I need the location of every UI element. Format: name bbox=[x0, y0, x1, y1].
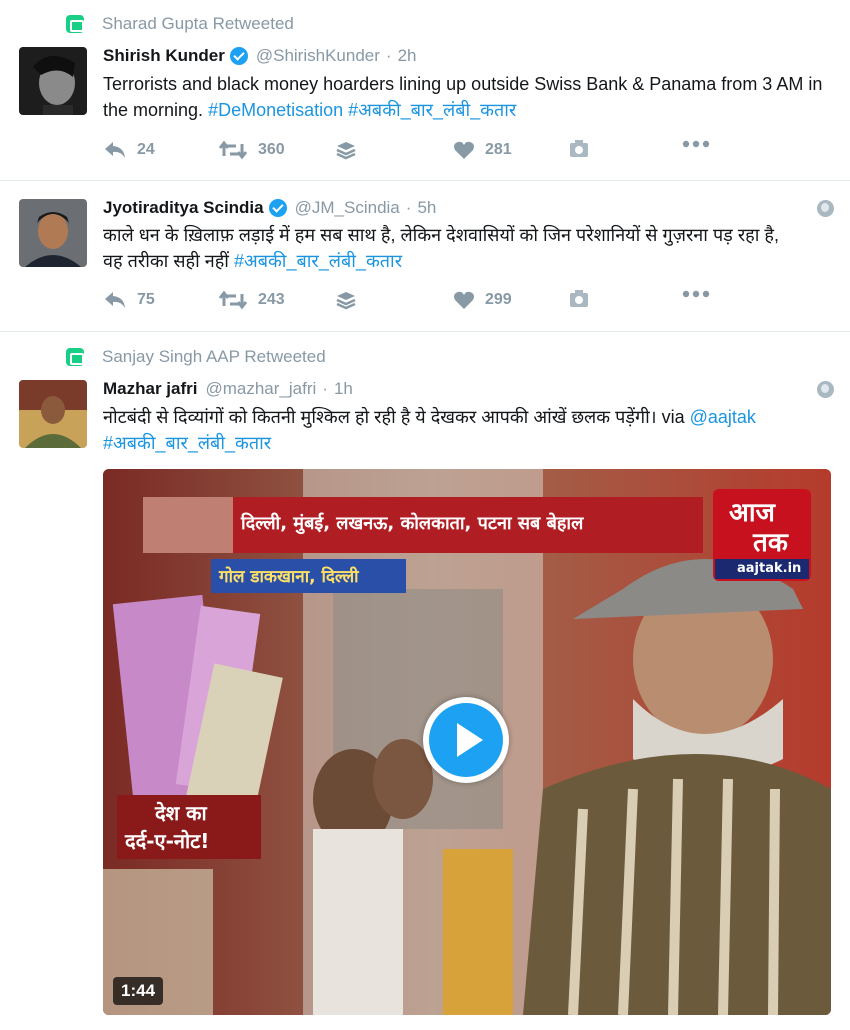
reply-count: 75 bbox=[137, 291, 155, 308]
reply-button[interactable]: 24 bbox=[103, 140, 155, 160]
play-button[interactable] bbox=[423, 697, 509, 783]
author-handle[interactable]: @ShirishKunder bbox=[256, 46, 380, 66]
layers-icon bbox=[336, 142, 356, 160]
retweeted-by-label[interactable]: Sanjay Singh AAP Retweeted bbox=[102, 347, 326, 367]
video-ticker-text: दिल्ली, मुंबई, लखनऊ, कोलकाता, पटना सब बे… bbox=[241, 513, 584, 534]
tweet-actions: 24 360 281 bbox=[103, 140, 743, 166]
author-handle[interactable]: @mazhar_jafri bbox=[205, 379, 316, 399]
retweeted-by-label[interactable]: Sharad Gupta Retweeted bbox=[102, 14, 294, 34]
tweet-text: काले धन के ख़िलाफ़ लड़ाई में हम सब साथ ह… bbox=[103, 222, 803, 274]
verified-badge-icon bbox=[268, 199, 287, 217]
author-name[interactable]: Mazhar jafri bbox=[103, 379, 197, 399]
camera-icon bbox=[570, 140, 588, 157]
avatar[interactable] bbox=[19, 47, 87, 115]
separator-dot: · bbox=[405, 198, 412, 217]
like-button[interactable]: 281 bbox=[453, 140, 512, 160]
hashtag-link[interactable]: #DeMonetisation bbox=[208, 100, 343, 120]
channel-logo-bottom: तक bbox=[753, 528, 788, 558]
tweet-header: Mazhar jafri @mazhar_jafri · 1h bbox=[103, 379, 353, 399]
reply-count: 24 bbox=[137, 141, 155, 158]
globe-icon[interactable] bbox=[817, 381, 834, 398]
layers-icon bbox=[336, 292, 356, 310]
separator-dot: · bbox=[322, 379, 328, 398]
camera-icon bbox=[570, 290, 588, 307]
retweet-context: Sharad Gupta Retweeted bbox=[66, 14, 294, 34]
mention-link[interactable]: @aajtak bbox=[690, 407, 756, 427]
stack-button[interactable] bbox=[335, 140, 367, 162]
author-handle[interactable]: @JM_Scindia bbox=[295, 198, 400, 218]
retweet-icon bbox=[66, 15, 84, 33]
video-location-text: गोल डाकखाना, दिल्ली bbox=[219, 567, 359, 587]
retweet-button[interactable]: 360 bbox=[218, 140, 285, 160]
video-duration: 1:44 bbox=[113, 977, 164, 1005]
retweet-count: 243 bbox=[258, 291, 285, 308]
tweet-text-body: काले धन के ख़िलाफ़ लड़ाई में हम सब साथ ह… bbox=[103, 225, 779, 271]
hashtag-link[interactable]: #अबकी_बार_लंबी_कतार bbox=[348, 100, 516, 120]
media-button[interactable] bbox=[569, 140, 599, 158]
hashtag-link[interactable]: #अबकी_बार_लंबी_कतार bbox=[103, 433, 271, 453]
globe-icon[interactable] bbox=[817, 200, 834, 217]
hashtag-link[interactable]: #अबकी_बार_लंबी_कतार bbox=[234, 251, 402, 271]
more-options-icon bbox=[682, 290, 710, 298]
tweet-header: Jyotiraditya Scindia @JM_Scindia · 5h bbox=[103, 198, 436, 218]
tweet-header: Shirish Kunder @ShirishKunder · 2h bbox=[103, 46, 417, 66]
play-icon bbox=[429, 703, 503, 777]
more-button[interactable] bbox=[682, 290, 720, 298]
retweet-icon bbox=[218, 290, 248, 310]
author-name[interactable]: Jyotiraditya Scindia bbox=[103, 198, 264, 218]
like-count: 299 bbox=[485, 291, 512, 308]
tweet-1[interactable]: Sharad Gupta Retweeted Shirish Kunder @S… bbox=[0, 0, 850, 181]
tweet-text: नोटबंदी से दिव्यांगों को कितनी मुश्किल ह… bbox=[103, 404, 803, 456]
like-count: 281 bbox=[485, 141, 512, 158]
channel-logo-site: aajtak.in bbox=[737, 561, 802, 576]
separator-dot: · bbox=[385, 46, 392, 65]
video-caption-line1: देश का bbox=[155, 801, 207, 825]
stack-button[interactable] bbox=[335, 290, 367, 312]
tweet-2[interactable]: Jyotiraditya Scindia @JM_Scindia · 5h का… bbox=[0, 182, 850, 332]
tweet-timestamp[interactable]: 5h bbox=[417, 198, 436, 218]
heart-icon bbox=[454, 291, 474, 309]
reply-button[interactable]: 75 bbox=[103, 290, 155, 310]
retweet-count: 360 bbox=[258, 141, 285, 158]
reply-icon bbox=[105, 142, 125, 158]
avatar[interactable] bbox=[19, 199, 87, 267]
more-options-icon bbox=[682, 140, 710, 148]
retweet-icon bbox=[66, 348, 84, 366]
verified-badge-icon bbox=[229, 47, 248, 65]
tweet-actions: 75 243 299 bbox=[103, 290, 743, 316]
heart-icon bbox=[454, 141, 474, 159]
tweet-timestamp[interactable]: 1h bbox=[334, 379, 353, 399]
avatar[interactable] bbox=[19, 380, 87, 448]
tweet-text-body: नोटबंदी से दिव्यांगों को कितनी मुश्किल ह… bbox=[103, 407, 690, 427]
reply-icon bbox=[105, 292, 125, 308]
video-caption-line2: दर्द-ए-नोट! bbox=[125, 829, 210, 853]
tweet-text: Terrorists and black money hoarders lini… bbox=[103, 71, 823, 123]
author-name[interactable]: Shirish Kunder bbox=[103, 46, 225, 66]
tweet-timestamp[interactable]: 2h bbox=[398, 46, 417, 66]
retweet-context: Sanjay Singh AAP Retweeted bbox=[66, 347, 326, 367]
retweet-button[interactable]: 243 bbox=[218, 290, 285, 310]
retweet-icon bbox=[218, 140, 248, 160]
like-button[interactable]: 299 bbox=[453, 290, 512, 310]
more-button[interactable] bbox=[682, 140, 720, 148]
media-button[interactable] bbox=[569, 290, 599, 308]
